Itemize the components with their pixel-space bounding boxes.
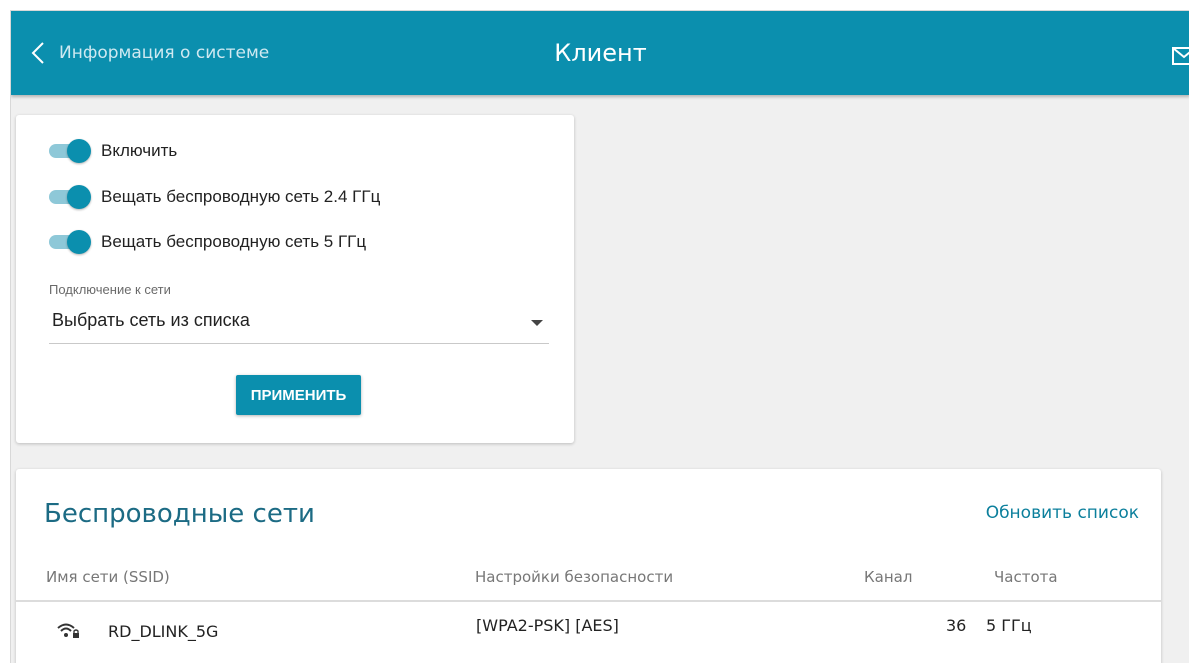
mail-icon[interactable] [1172, 47, 1189, 65]
row-channel: 36 [946, 616, 967, 635]
wireless-networks-card: Беспроводные сети Обновить список Имя се… [16, 469, 1161, 663]
toggle-broadcast-24-label: Вещать беспроводную сеть 2.4 ГГц [101, 187, 381, 206]
toggle-broadcast-5[interactable] [45, 230, 91, 254]
network-select[interactable]: Выбрать сеть из списка [49, 303, 549, 344]
top-bar: Информация о системе Клиент [11, 11, 1189, 95]
column-header-frequency: Частота [994, 568, 1058, 586]
page-frame: Информация о системе Клиент Включить Вещ… [10, 10, 1189, 663]
column-header-ssid: Имя сети (SSID) [46, 568, 170, 586]
column-header-security: Настройки безопасности [475, 568, 674, 586]
network-select-value: Выбрать сеть из списка [52, 310, 250, 330]
network-select-label: Подключение к сети [49, 282, 171, 297]
toggle-broadcast-24[interactable] [45, 185, 91, 209]
toggle-broadcast-5-label: Вещать беспроводную сеть 5 ГГц [101, 232, 367, 251]
table-row[interactable]: RD_DLINK_5G [WPA2-PSK] [AES] 36 5 ГГц [16, 602, 1161, 662]
wifi-lock-icon [57, 623, 79, 638]
row-security: [WPA2-PSK] [AES] [476, 616, 619, 635]
section-title: Беспроводные сети [44, 499, 315, 529]
row-ssid: RD_DLINK_5G [108, 622, 219, 641]
column-header-channel: Канал [864, 568, 913, 586]
toggle-enable-row: Включить [45, 139, 177, 163]
toggle-broadcast-24-row: Вещать беспроводную сеть 2.4 ГГц [45, 185, 380, 209]
toggle-enable-label: Включить [101, 141, 178, 160]
client-settings-card: Включить Вещать беспроводную сеть 2.4 ГГ… [16, 115, 574, 443]
toggle-broadcast-5-row: Вещать беспроводную сеть 5 ГГц [45, 230, 366, 254]
apply-button[interactable]: ПРИМЕНИТЬ [236, 375, 361, 415]
caret-down-icon [531, 320, 543, 326]
page-title: Клиент [554, 39, 647, 67]
refresh-list-link[interactable]: Обновить список [986, 503, 1139, 523]
toggle-enable[interactable] [45, 139, 91, 163]
row-frequency: 5 ГГц [986, 616, 1032, 635]
